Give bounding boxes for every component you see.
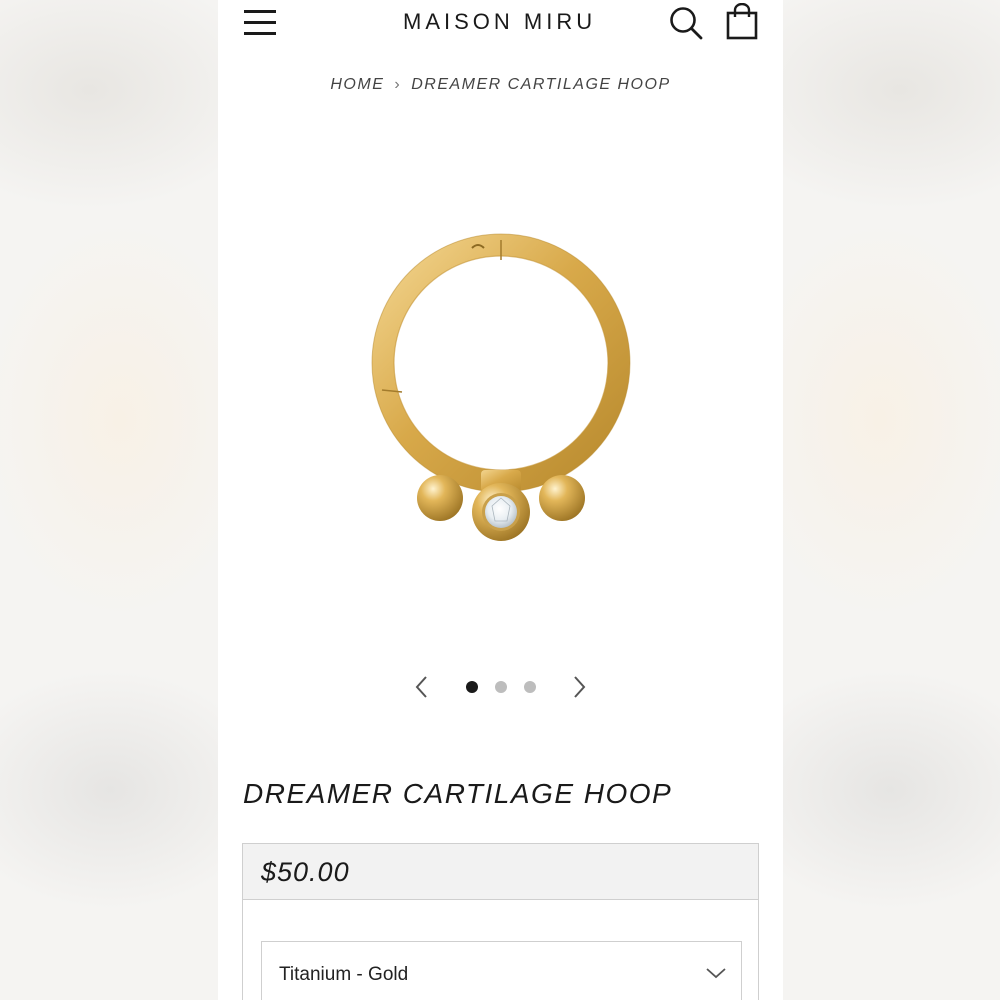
variant-selected-value: Titanium - Gold (279, 964, 409, 985)
carousel-dot-3[interactable] (524, 681, 536, 693)
breadcrumb-home-link[interactable]: HOME (330, 76, 384, 93)
price-bar: $50.00 (243, 844, 758, 900)
breadcrumb-separator-icon: › (394, 76, 402, 93)
chevron-left-icon[interactable] (412, 674, 432, 700)
image-carousel-controls (218, 672, 783, 702)
chevron-down-icon (706, 968, 726, 979)
variant-select[interactable]: Titanium - Gold (261, 941, 742, 1000)
mobile-page: MAISON MIRU HOME › DREAMER CARTILAGE HOOP (218, 0, 783, 1000)
breadcrumb: HOME › DREAMER CARTILAGE HOOP (218, 76, 783, 94)
purchase-panel: $50.00 Titanium - Gold (242, 843, 759, 1000)
shopping-bag-icon[interactable] (724, 3, 760, 41)
carousel-dot-2[interactable] (495, 681, 507, 693)
product-image[interactable] (368, 230, 633, 550)
header: MAISON MIRU (218, 0, 783, 50)
menu-icon[interactable] (242, 7, 278, 37)
product-price: $50.00 (261, 857, 350, 887)
breadcrumb-current: DREAMER CARTILAGE HOOP (411, 76, 671, 93)
logo[interactable]: MAISON MIRU (403, 9, 603, 39)
chevron-right-icon[interactable] (569, 674, 589, 700)
product-title: DREAMER CARTILAGE HOOP (243, 778, 673, 809)
carousel-dot-1[interactable] (466, 681, 478, 693)
search-icon[interactable] (668, 5, 704, 41)
